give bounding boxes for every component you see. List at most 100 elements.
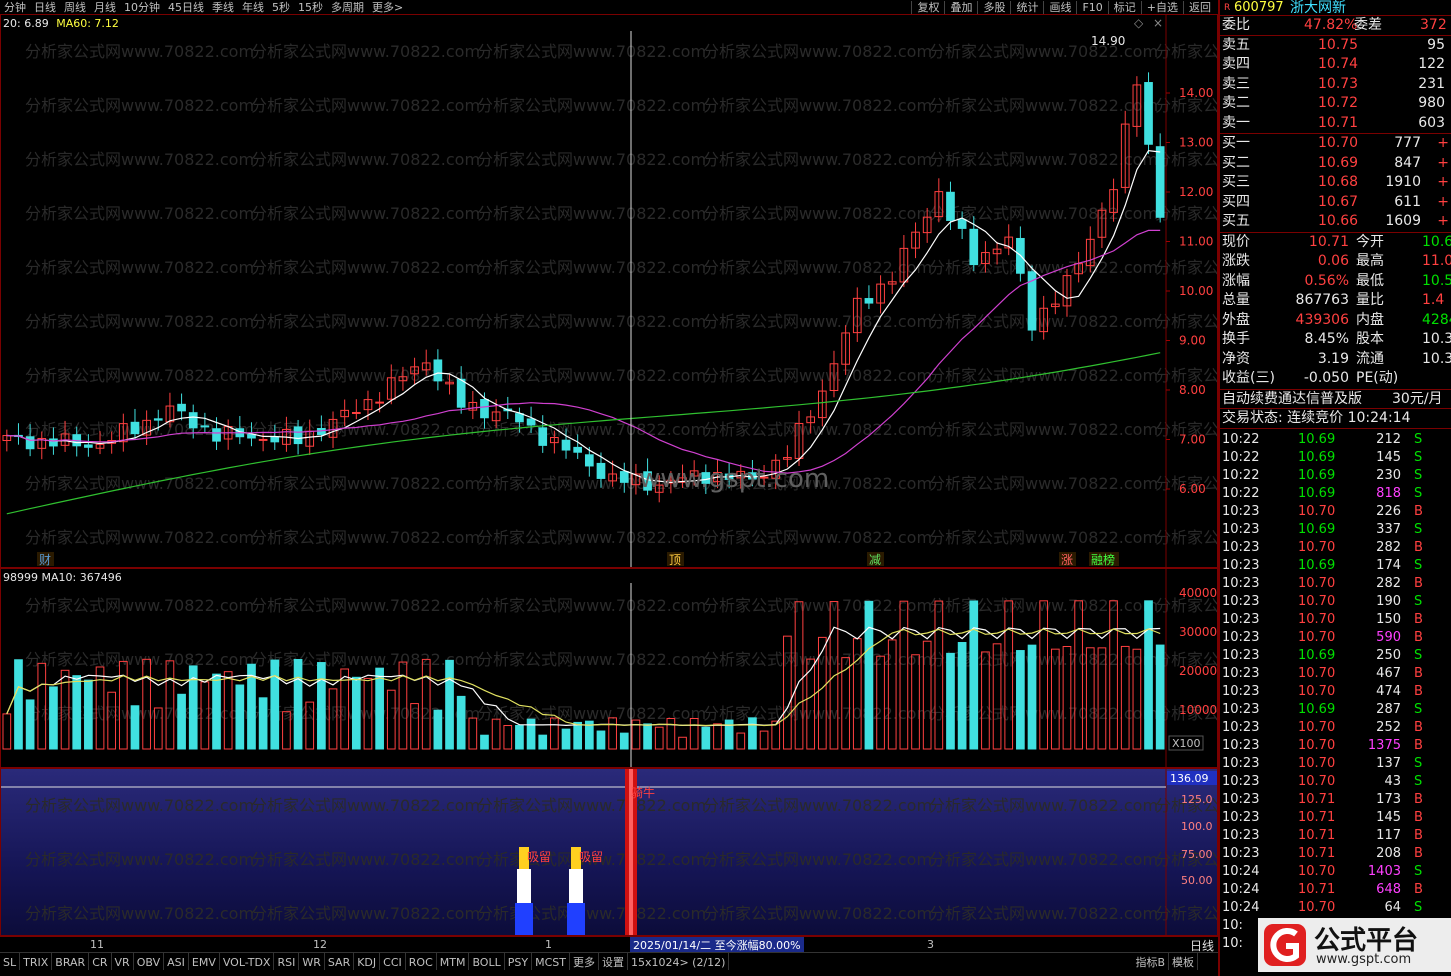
indicator-tab-11[interactable]: SAR <box>325 953 355 970</box>
tick-time: 10:23 <box>1222 521 1260 537</box>
ad-price[interactable]: 30元/月 <box>1392 390 1443 410</box>
bids-row-3[interactable]: 买四 10.67 611 + <box>1220 193 1451 213</box>
event-marker[interactable]: 顶 <box>669 553 681 567</box>
indicator-tab-14[interactable]: ROC <box>406 953 437 970</box>
tick-time: 10: <box>1222 935 1243 951</box>
indicator-tab-15[interactable]: MTM <box>437 953 470 970</box>
period-tab-4[interactable]: 10分钟 <box>120 1 164 14</box>
tick-side: S <box>1414 467 1423 483</box>
event-marker[interactable]: 涨 <box>1061 552 1073 567</box>
tool-button-8[interactable]: 返回 <box>1183 1 1216 14</box>
kline-chart[interactable]: 分析家公式网www.70822.com 分析家公式网www.70822.com 分析… <box>1 15 1217 567</box>
period-tab-9[interactable]: 15秒 <box>294 1 327 14</box>
stat-row-4: 外盘 439306 内盘 42845 <box>1220 311 1451 331</box>
asks-row-3[interactable]: 卖二 10.72 980 <box>1220 94 1451 114</box>
bids-row-1[interactable]: 买二 10.69 847 + <box>1220 154 1451 174</box>
kline-pane[interactable]: 20: 6.89 MA60: 7.12 分析家公式网www.70822.com 分… <box>0 14 1218 568</box>
indicator-pane[interactable]: 分析家公式网www.70822.com 分析家公式网www.70822.com 分析… <box>0 768 1218 936</box>
period-tab-5[interactable]: 45日线 <box>164 1 208 14</box>
volume-bar <box>456 695 466 750</box>
close-icon[interactable]: × <box>1153 16 1163 30</box>
tick-list[interactable]: 10:22 10.69 212 S 10:22 10.69 145 S 10:22 10.69 23… <box>1220 429 1451 953</box>
volume-bars <box>2 600 1165 750</box>
indicator-tab-0[interactable]: SL <box>0 953 21 970</box>
period-tab-3[interactable]: 月线 <box>90 1 120 14</box>
volume-chart[interactable]: 分析家公式网www.70822.com分析家公式网www.70822.com分析… <box>1 569 1217 767</box>
period-tab-7[interactable]: 年线 <box>238 1 268 14</box>
period-tab-2[interactable]: 周线 <box>60 1 90 14</box>
indicator-tab-17[interactable]: PSY <box>505 953 533 970</box>
diamond-icon[interactable]: ◇ <box>1134 16 1144 30</box>
volume-pane[interactable]: 98999 MA10: 367496 分析家公式网www.70822.com 分析… <box>0 568 1218 768</box>
tool-button-7[interactable]: +自选 <box>1140 1 1183 14</box>
tool-button-5[interactable]: F10 <box>1076 1 1107 14</box>
period-tab-10[interactable]: 多周期 <box>327 1 368 14</box>
asks-row-2[interactable]: 卖三 10.73 231 <box>1220 75 1451 95</box>
watermark-text: 分析家公式网www.70822.com <box>251 904 480 923</box>
stat-row-0: 现价 10.71 今开 10.6 <box>1220 233 1451 253</box>
tool-button-2[interactable]: 多股 <box>977 1 1010 14</box>
stat-label: 现价 <box>1222 233 1250 250</box>
indicator-tab-4[interactable]: VR <box>112 953 134 970</box>
bids-row-2[interactable]: 买三 10.68 1910 + <box>1220 173 1451 193</box>
candle <box>1027 265 1037 341</box>
tick-price: 10.70 <box>1298 773 1336 789</box>
tool-button-1[interactable]: 叠加 <box>944 1 977 14</box>
period-tab-11[interactable]: 更多> <box>368 1 407 14</box>
candle <box>1016 226 1025 282</box>
indicator-tab-3[interactable]: CR <box>89 953 112 970</box>
asks-row-4[interactable]: 卖一 10.71 603 <box>1220 114 1451 134</box>
asks-row-1[interactable]: 卖四 10.74 122 <box>1220 55 1451 75</box>
event-marker[interactable]: 财 <box>39 553 51 567</box>
indicator-tab-10[interactable]: WR <box>299 953 325 970</box>
price-tick-label: 8.00 <box>1179 383 1206 397</box>
tick-time: 10:23 <box>1222 575 1260 591</box>
period-tab-6[interactable]: 季线 <box>208 1 238 14</box>
candle <box>876 275 885 314</box>
bottom-tool-1[interactable]: 模板 <box>1169 953 1198 970</box>
indicator-chart[interactable]: 分析家公式网www.70822.com分析家公式网www.70822.com分析… <box>1 769 1217 935</box>
bids-row-0[interactable]: 买一 10.70 777 + <box>1220 134 1451 154</box>
period-tab-8[interactable]: 5秒 <box>268 1 294 14</box>
tool-button-4[interactable]: 画线 <box>1043 1 1076 14</box>
candle <box>1050 291 1060 315</box>
weibi-value: 47.82% <box>1304 17 1358 33</box>
watermark-text: 分析家公式网www.70822.com <box>1155 42 1217 61</box>
indicator-tab-2[interactable]: BRAR <box>52 953 90 970</box>
bottom-tool-0[interactable]: 指标B <box>1132 953 1169 970</box>
indicator-tab-16[interactable]: BOLL <box>469 953 505 970</box>
watermark-text: 分析家公式网www.70822.com <box>1155 528 1217 547</box>
period-tab-0[interactable]: 分钟 <box>0 1 30 14</box>
event-marker[interactable]: 减 <box>869 553 881 567</box>
tool-button-0[interactable]: 复权 <box>911 1 944 14</box>
volume-bar <box>748 717 757 750</box>
tick-volume: 250 <box>1376 647 1401 663</box>
period-tab-1[interactable]: 日线 <box>30 1 60 14</box>
tick-side: S <box>1414 701 1423 717</box>
indicator-tab-8[interactable]: VOL-TDX <box>220 953 275 970</box>
indicator-tab-19[interactable]: 更多 <box>570 953 599 970</box>
indicator-tab-9[interactable]: RSI <box>274 953 300 970</box>
indicator-tab-7[interactable]: EMV <box>189 953 220 970</box>
asks-row-0[interactable]: 卖五 10.75 95 <box>1220 36 1451 56</box>
bids-row-4[interactable]: 买五 10.66 1609 + <box>1220 212 1451 232</box>
indicator-tab-6[interactable]: ASI <box>164 953 189 970</box>
tick-row: 10:23 10.70 252 B <box>1220 719 1451 737</box>
tool-button-3[interactable]: 统计 <box>1010 1 1043 14</box>
indicator-tab-5[interactable]: OBV <box>134 953 165 970</box>
indicator-tab-12[interactable]: KDJ <box>354 953 381 970</box>
indicator-tab-20[interactable]: 设置 <box>599 953 628 970</box>
tick-row: 10:23 10.70 226 B <box>1220 503 1451 521</box>
ad-text[interactable]: 自动续费通达信普及版 <box>1222 390 1362 410</box>
indicator-tab-1[interactable]: TRIX <box>20 953 53 970</box>
watermark-text: 分析家公式网www.70822.com <box>1155 258 1217 277</box>
indicator-tab-18[interactable]: MCST <box>532 953 570 970</box>
tick-time: 10:23 <box>1222 503 1260 519</box>
indicator-tab-13[interactable]: CCI <box>380 953 406 970</box>
candle <box>14 423 23 445</box>
ad-row[interactable]: 自动续费通达信普及版 30元/月 <box>1220 390 1451 410</box>
bids-label: 买二 <box>1222 154 1250 171</box>
tool-button-6[interactable]: 标记 <box>1107 1 1141 14</box>
volume-bar <box>351 676 361 750</box>
event-marker[interactable]: 融榜 <box>1091 552 1115 567</box>
